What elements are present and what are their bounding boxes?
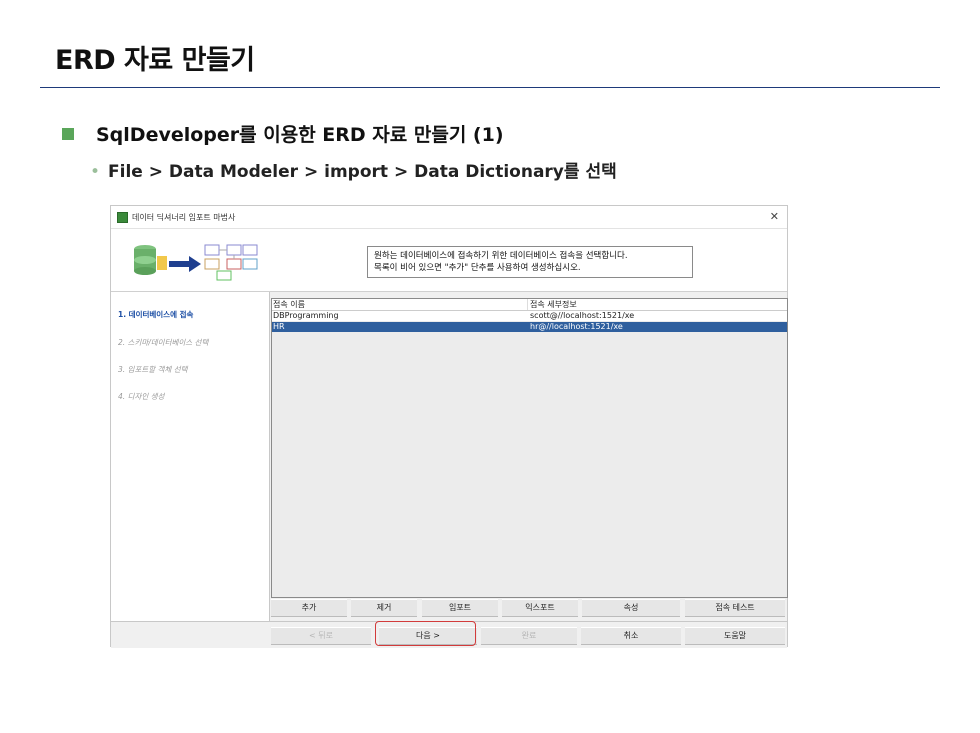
bullet-level2: • File > Data Modeler > import > Data Dic… [90,157,617,182]
step-select-objects: 3. 임포트할 객체 선택 [118,365,188,374]
square-bullet-icon [62,127,74,140]
slide-title: ERD 자료 만들기 [55,45,255,76]
dialog-title: 데이터 딕셔너리 임포트 마법사 [132,213,236,222]
bullet-level1-text: SqlDeveloper를 이용한 ERD 자료 만들기 (1) [96,124,504,146]
table-action-bar: 추가 제거 임포트 익스포트 속성 접속 테스트 [271,599,786,617]
app-icon [117,212,128,223]
back-button[interactable]: < 뒤로 [271,627,371,645]
bullet-level1: SqlDeveloper를 이용한 ERD 자료 만들기 (1) [62,120,504,147]
add-button[interactable]: 추가 [271,599,347,617]
wizard-banner: 원하는 데이터베이스에 접속하기 위한 데이터베이스 접속을 선택합니다. 목록… [111,229,787,292]
test-connection-button[interactable]: 접속 테스트 [685,599,785,617]
column-separator [527,299,528,310]
dot-bullet-icon: • [90,162,101,182]
title-divider [40,87,940,88]
table-header: 접속 이름 접속 세부정보 [272,299,787,311]
step-generate-design: 4. 디자인 생성 [118,392,165,401]
finish-button[interactable]: 완료 [481,627,577,645]
remove-button[interactable]: 제거 [351,599,417,617]
column-header-connection-details[interactable]: 접속 세부정보 [530,299,577,310]
instruction-line-1: 원하는 데이터베이스에 접속하기 위한 데이터베이스 접속을 선택합니다. [374,251,628,261]
export-button[interactable]: 익스포트 [502,599,578,617]
connections-table: 접속 이름 접속 세부정보 DBProgramming scott@//loca… [271,298,788,598]
connection-details-cell: scott@//localhost:1521/xe [530,311,635,320]
close-icon[interactable]: ✕ [770,210,779,223]
column-header-connection-name[interactable]: 접속 이름 [273,299,305,310]
step-select-schema: 2. 스키마/데이터베이스 선택 [118,338,209,347]
properties-button[interactable]: 속성 [582,599,680,617]
connection-name-cell: HR [273,322,285,331]
table-row-selected[interactable]: HR hr@//localhost:1521/xe [272,322,787,332]
table-row[interactable]: DBProgramming scott@//localhost:1521/xe [272,311,787,321]
instruction-line-2: 목록이 비어 있으면 "추가" 단추를 사용하여 생성하십시오. [374,263,581,273]
database-import-icon [134,244,258,281]
import-button[interactable]: 임포트 [422,599,498,617]
connection-details-cell: hr@//localhost:1521/xe [530,322,623,331]
dialog-titlebar: 데이터 딕셔너리 임포트 마법사 ✕ [111,206,787,229]
import-wizard-dialog: 데이터 딕셔너리 임포트 마법사 ✕ 원하는 데이터베이스에 접속하기 위한 데… [110,205,788,648]
wizard-instructions: 원하는 데이터베이스에 접속하기 위한 데이터베이스 접속을 선택합니다. 목록… [367,246,693,278]
bullet-level2-text: File > Data Modeler > import > Data Dict… [108,162,617,182]
next-button-highlight [375,621,476,646]
step-connect-database[interactable]: 1. 데이터베이스에 접속 [118,309,193,320]
wizard-steps-panel: 1. 데이터베이스에 접속 2. 스키마/데이터베이스 선택 3. 임포트할 객… [111,292,270,621]
help-button[interactable]: 도움말 [685,627,785,645]
cancel-button[interactable]: 취소 [581,627,681,645]
connection-name-cell: DBProgramming [273,311,339,320]
